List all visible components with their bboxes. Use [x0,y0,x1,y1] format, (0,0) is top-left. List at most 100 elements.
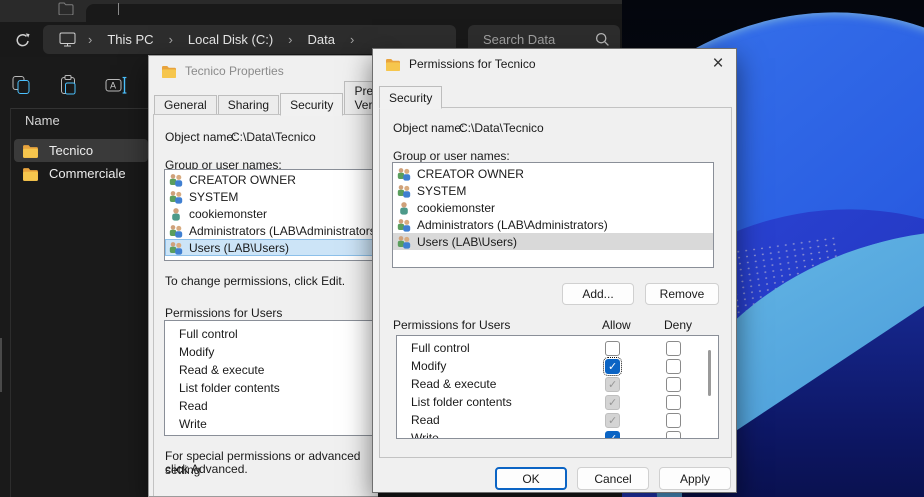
permissions-dialog: Permissions for Tecnico × Security Objec… [372,48,737,493]
permission-row[interactable]: List folder contents [397,393,718,411]
deny-checkbox[interactable] [666,413,681,428]
breadcrumb-separator: › [79,32,101,47]
add-button[interactable]: Add... [562,283,634,305]
explorer-active-tab[interactable] [86,4,622,22]
list-item[interactable]: Administrators (LAB\Administrators) [393,216,713,233]
deny-checkbox[interactable] [666,377,681,392]
permission-label: List folder contents [411,395,512,409]
file-name: Tecnico [49,143,93,158]
permission-item[interactable]: Write [165,415,378,433]
properties-security-page: Object name: C:\Data\Tecnico Group or us… [153,114,378,497]
deny-checkbox[interactable] [666,359,681,374]
permission-row[interactable]: Read & execute [397,375,718,393]
permissions-title-bar[interactable]: Permissions for Tecnico [373,49,736,79]
deny-checkbox[interactable] [666,395,681,410]
allow-checkbox[interactable] [605,413,620,428]
header-separator [10,108,148,109]
permissions-security-page: Object name: C:\Data\Tecnico Group or us… [379,107,732,458]
allow-checkbox[interactable] [605,341,620,356]
tab-sharing[interactable]: Sharing [218,95,279,115]
breadcrumb-item-local-disk[interactable]: Local Disk (C:) [182,29,279,50]
file-row-tecnico[interactable]: Tecnico [14,139,148,162]
nav-scrollbar-thumb[interactable] [0,338,2,392]
permission-row[interactable]: Modify [397,357,718,375]
list-item-selected[interactable]: Users (LAB\Users) [393,233,713,250]
breadcrumb-item-this-pc[interactable]: This PC [101,29,159,50]
file-row-commerciale[interactable]: Commerciale [14,162,148,185]
deny-checkbox[interactable] [666,341,681,356]
permission-item[interactable]: List folder contents [165,379,378,397]
group-name: Users (LAB\Users) [189,241,289,255]
file-name: Commerciale [49,166,126,181]
object-name-label: Object name: [165,130,236,144]
object-name-label: Object name: [393,121,464,135]
this-pc-icon [58,31,77,48]
svg-text:A: A [110,81,116,91]
copy-icon[interactable] [8,72,34,98]
permissions-label: Permissions for Users [393,318,510,332]
permission-item[interactable]: Modify [165,343,378,361]
group-name: Administrators (LAB\Administrators) [189,224,378,238]
list-item-selected[interactable]: Users (LAB\Users) [165,239,378,256]
rename-icon[interactable]: A [103,72,129,98]
group-name: cookiemonster [189,207,267,221]
folder-icon [22,167,39,181]
allow-checkbox[interactable] [605,359,620,374]
allow-checkbox[interactable] [605,395,620,410]
refresh-button[interactable] [10,27,34,51]
object-name-value: C:\Data\Tecnico [231,130,316,144]
explorer-tab-strip [0,0,622,22]
tab-security[interactable]: Security [379,86,442,109]
user-name: CREATOR OWNER [417,167,524,181]
desktop-screen: › This PC › Local Disk (C:) › Data › Sea… [0,0,924,497]
tab-security[interactable]: Security [280,93,343,116]
list-item[interactable]: CREATOR OWNER [393,165,713,182]
column-header-name[interactable]: Name [25,113,60,128]
deny-header: Deny [664,318,692,332]
breadcrumb-separator: › [341,32,363,47]
permissions-label: Permissions for Users [165,306,282,320]
properties-tab-row: General Sharing Security Previous Vers [154,94,378,115]
allow-checkbox[interactable] [605,431,620,440]
remove-button[interactable]: Remove [645,283,719,305]
ok-button[interactable]: OK [495,467,567,490]
group-list-label: Group or user names: [393,149,510,163]
search-placeholder: Search Data [483,32,555,47]
permission-item[interactable]: Read [165,397,378,415]
permission-label: Read [411,413,440,427]
tab-general[interactable]: General [154,95,217,115]
close-icon[interactable]: × [703,52,733,76]
group-user-listbox[interactable]: CREATOR OWNER SYSTEM cookiemonster Admin… [164,169,378,261]
list-item[interactable]: SYSTEM [393,182,713,199]
allow-checkbox[interactable] [605,377,620,392]
cancel-button[interactable]: Cancel [577,467,649,490]
permission-row[interactable]: Full control [397,339,718,357]
breadcrumb-item-data[interactable]: Data [302,29,341,50]
list-item[interactable]: CREATOR OWNER [165,171,378,188]
apply-button[interactable]: Apply [659,467,731,490]
permissions-listbox[interactable]: Full control Modify Read & execute List … [164,320,378,436]
permission-row[interactable]: Read [397,411,718,429]
list-item[interactable]: Administrators (LAB\Administrators) [165,222,378,239]
list-item[interactable]: cookiemonster [393,199,713,216]
breadcrumb-separator: › [160,32,182,47]
permission-item[interactable]: Read & execute [165,361,378,379]
permission-row-partial[interactable]: Write [397,429,718,439]
list-item[interactable]: SYSTEM [165,188,378,205]
user-name: SYSTEM [417,184,466,198]
group-user-listbox[interactable]: CREATOR OWNER SYSTEM cookiemonster Admin… [392,162,714,268]
folder-icon [161,65,177,78]
tab-divider [118,3,119,15]
dialog-title: Permissions for Tecnico [409,57,536,71]
deny-checkbox[interactable] [666,431,681,440]
permissions-grid[interactable]: Full control Modify Read & execute List … [396,335,719,439]
list-item[interactable]: cookiemonster [165,205,378,222]
list-scrollbar-thumb[interactable] [708,350,711,396]
permission-item[interactable]: Full control [165,325,378,343]
user-name: Users (LAB\Users) [417,235,517,249]
paste-icon[interactable] [56,72,82,98]
breadcrumb-separator: › [279,32,301,47]
dialog-title: Tecnico Properties [185,64,284,78]
permission-label: Read & execute [411,377,496,391]
pane-separator [10,108,11,497]
